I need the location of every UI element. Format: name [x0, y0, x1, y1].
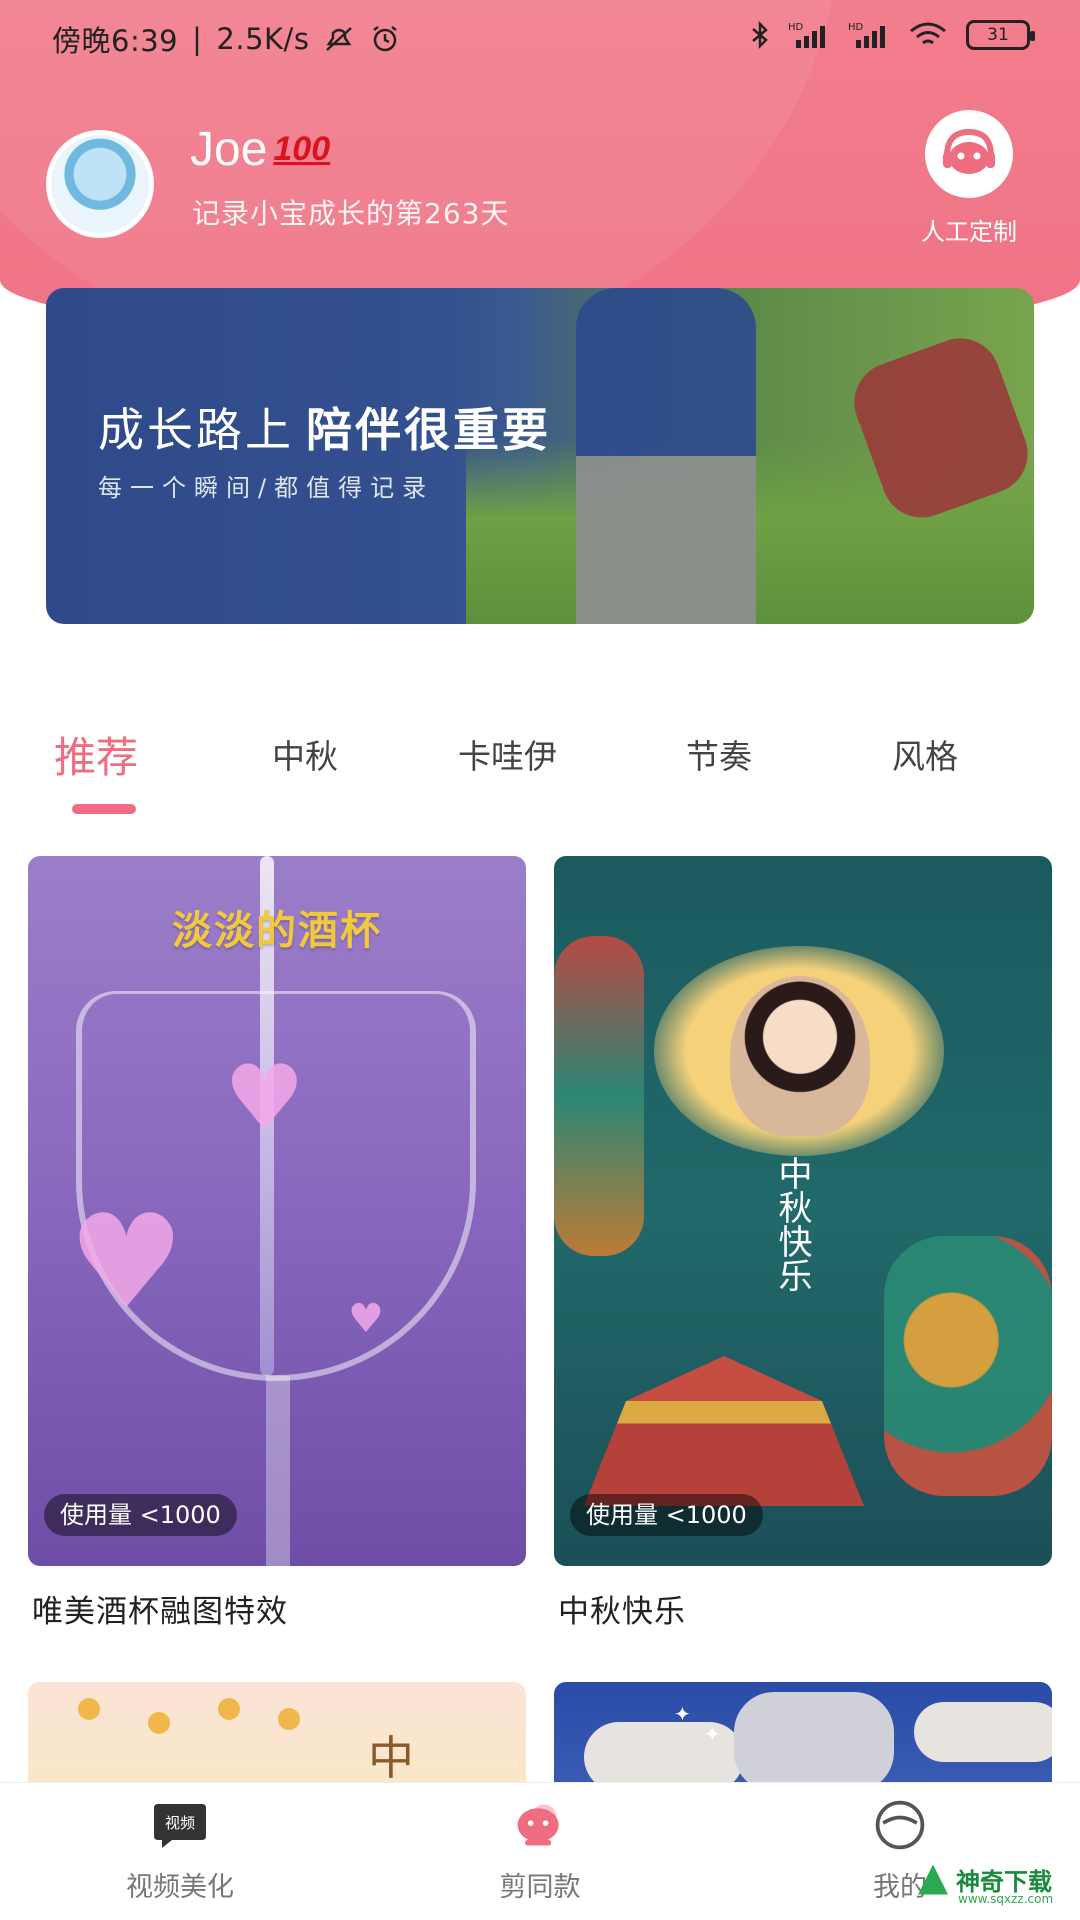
heart-icon: ♥ — [68, 1186, 185, 1338]
wifi-icon — [908, 20, 948, 50]
profile-icon — [872, 1797, 928, 1853]
video-beautify-icon: 视频 — [152, 1797, 208, 1853]
growth-days-text: 记录小宝成长的第263天 — [192, 197, 510, 230]
usage-badge: 使用量 <1000 — [570, 1494, 763, 1536]
status-time: 傍晚6:39 — [52, 24, 179, 58]
status-divider: | — [192, 22, 203, 56]
status-bar: 傍晚6:39 | 2.5K/s HD HD 31 — [0, 0, 1080, 76]
template-thumbnail: ♥ ♥ ♥ 淡淡的酒杯 使用量 <1000 — [28, 856, 526, 1566]
avatar-image — [51, 135, 149, 233]
blossom-decoration — [148, 1712, 170, 1734]
nav-template[interactable]: 剪同款 — [440, 1797, 640, 1904]
banner-title: 成长路上 陪伴很重要 — [98, 394, 551, 460]
status-left: 傍晚6:39 | 2.5K/s — [52, 18, 401, 60]
category-tabs: 推荐 中秋 卡哇伊 节奏 风格 — [0, 730, 1080, 820]
watermark-logo-icon — [918, 1864, 948, 1895]
thumbnail-caption: 中秋快乐 — [772, 1156, 812, 1292]
status-network-speed: 2.5K/s — [216, 22, 310, 56]
banner-title-regular: 成长路上 — [98, 403, 294, 457]
username[interactable]: Joe 100 — [190, 122, 330, 177]
star-icon: ✦ — [704, 1722, 721, 1746]
template-card[interactable]: 中秋快乐 使用量 <1000 中秋快乐 — [554, 856, 1052, 1630]
bluetooth-icon — [750, 20, 770, 50]
template-title: 中秋快乐 — [558, 1594, 686, 1630]
portrait-photo — [730, 976, 870, 1136]
cloud-decoration — [914, 1702, 1052, 1762]
phoenix-illustration — [554, 936, 644, 1256]
cloud-decoration — [734, 1692, 894, 1792]
template-thumbnail: 中秋快乐 使用量 <1000 — [554, 856, 1052, 1566]
banner-subtitle: 每一个瞬间/都值得记录 — [98, 474, 435, 502]
nav-label: 视频美化 — [126, 1872, 234, 1903]
svg-text:HD: HD — [848, 22, 864, 33]
banner-title-bold: 陪伴很重要 — [306, 403, 551, 457]
customer-service-icon — [925, 110, 1013, 198]
signal-hd-icon: HD — [848, 20, 890, 50]
tab-kawaii[interactable]: 卡哇伊 — [458, 730, 557, 778]
tab-rhythm[interactable]: 节奏 — [686, 730, 752, 778]
alarm-icon — [369, 24, 401, 54]
star-icon: ✦ — [674, 1702, 691, 1726]
template-card[interactable]: ♥ ♥ ♥ 淡淡的酒杯 使用量 <1000 唯美酒杯融图特效 — [28, 856, 526, 1630]
wine-glass-stem — [266, 1376, 290, 1566]
custom-service-button[interactable]: 人工定制 — [914, 110, 1024, 246]
heart-icon: ♥ — [348, 1296, 384, 1342]
status-right: HD HD 31 — [750, 20, 1035, 50]
custom-service-label: 人工定制 — [921, 218, 1017, 246]
dragon-illustration — [884, 1236, 1052, 1496]
avatar[interactable] — [46, 130, 154, 238]
mute-icon — [323, 24, 355, 54]
promo-banner[interactable]: 成长路上 陪伴很重要 每一个瞬间/都值得记录 — [46, 288, 1034, 624]
watermark: 神奇下载 www.sqxzz.com — [918, 1862, 1053, 1906]
tab-mid-autumn[interactable]: 中秋 — [272, 730, 338, 778]
tab-style[interactable]: 风格 — [892, 730, 958, 778]
nav-label: 剪同款 — [499, 1872, 581, 1903]
nav-icon-text: 视频 — [165, 1814, 195, 1832]
banner-figure-adult — [576, 288, 756, 624]
watermark-url: www.sqxzz.com — [958, 1892, 1054, 1906]
hundred-badge-icon: 100 — [273, 130, 331, 168]
svg-text:HD: HD — [788, 22, 804, 33]
signal-hd-icon: HD — [788, 20, 830, 50]
bottom-navigation: 视频 视频美化 剪同款 我的 — [0, 1782, 1080, 1920]
tab-active-indicator — [72, 804, 136, 814]
template-title: 唯美酒杯融图特效 — [32, 1594, 288, 1630]
thumbnail-caption: 中 — [368, 1731, 414, 1785]
nav-video-beautify[interactable]: 视频 视频美化 — [80, 1797, 280, 1904]
usage-badge: 使用量 <1000 — [44, 1494, 237, 1536]
blossom-decoration — [78, 1698, 100, 1720]
thumbnail-caption: 淡淡的酒杯 — [172, 907, 382, 954]
template-icon — [512, 1797, 568, 1853]
template-card-peek[interactable]: ✦ ✦ — [554, 1682, 1052, 1792]
blossom-decoration — [278, 1708, 300, 1730]
blossom-decoration — [218, 1698, 240, 1720]
palace-illustration — [584, 1356, 864, 1506]
template-card-peek[interactable]: 中 — [28, 1682, 526, 1792]
battery-level: 31 — [987, 25, 1009, 45]
battery-icon: 31 — [966, 20, 1035, 50]
tab-recommend[interactable]: 推荐 — [54, 724, 138, 785]
heart-icon: ♥ — [224, 1046, 305, 1151]
username-text: Joe — [190, 123, 268, 176]
